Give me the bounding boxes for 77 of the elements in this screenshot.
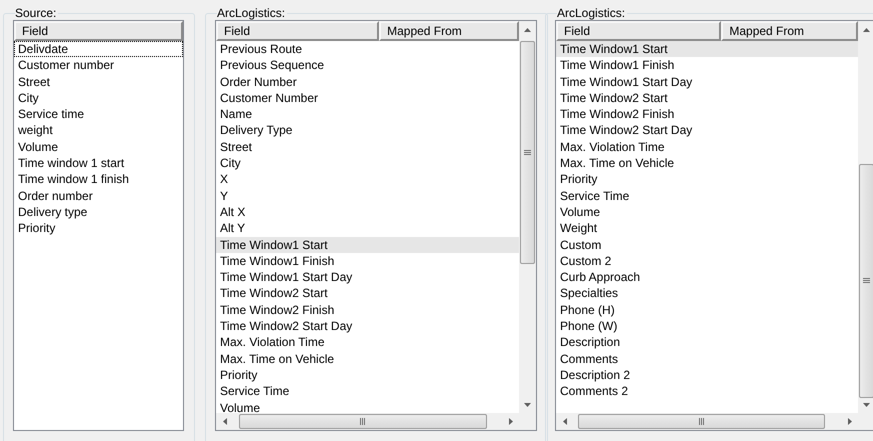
list-item[interactable]: Max. Time on Vehicle (216, 350, 519, 367)
list-item[interactable]: Description (556, 334, 858, 351)
list-item[interactable]: Custom (556, 236, 858, 253)
list-item[interactable]: Customer number (14, 57, 183, 74)
list-item[interactable]: Time Window1 Finish (216, 252, 519, 270)
column-header[interactable]: Mapped From (721, 21, 858, 41)
list-item[interactable]: Service Time (556, 188, 858, 204)
list-item[interactable]: X (216, 171, 519, 188)
arrow-icon (524, 28, 531, 32)
group-title: ArcLogistics: (217, 6, 286, 20)
list-item[interactable]: weight (14, 122, 183, 139)
list-item[interactable]: Time Window2 Finish (216, 302, 519, 318)
column-header[interactable]: Field (216, 21, 380, 41)
list-item[interactable]: Delivery Type (216, 122, 519, 139)
list-item[interactable]: Customer Number (216, 90, 519, 106)
list-item[interactable]: Previous Route (216, 41, 519, 58)
list-item[interactable]: Comments 2 (556, 383, 858, 400)
list-item[interactable]: Name (216, 106, 519, 122)
list-item[interactable]: Max. Violation Time (216, 334, 519, 351)
list-item[interactable]: Time Window1 Start (556, 41, 858, 58)
list-item[interactable]: Priority (556, 171, 858, 188)
list-item[interactable]: Time Window1 Finish (556, 57, 858, 74)
arrow-icon (524, 402, 531, 406)
list-item[interactable]: Phone (H) (556, 302, 858, 318)
list-item[interactable]: Phone (W) (556, 318, 858, 334)
list-item[interactable]: Y (216, 188, 519, 204)
list-item[interactable]: Volume (556, 204, 858, 220)
list-item[interactable]: Alt Y (216, 220, 519, 237)
list-item[interactable]: Delivdate (14, 41, 183, 58)
list-item[interactable]: Curb Approach (556, 269, 858, 286)
scroll-thumb[interactable] (239, 414, 487, 429)
scroll-thumb[interactable] (520, 41, 535, 264)
arrow-icon (562, 418, 566, 425)
list-item[interactable]: Comments (556, 350, 858, 367)
list-item[interactable]: Street (216, 138, 519, 156)
list-item[interactable]: Service time (14, 106, 183, 122)
column-header[interactable]: Field (556, 21, 722, 41)
list-item[interactable]: Max. Time on Vehicle (556, 155, 858, 172)
list-item[interactable]: Time Window1 Start Day (216, 269, 519, 286)
list-item[interactable]: Service Time (216, 383, 519, 400)
list-item[interactable]: Volume (216, 400, 519, 413)
list-item[interactable]: Time Window2 Start Day (556, 122, 858, 139)
list-item[interactable]: Time Window1 Start (216, 236, 519, 253)
list-item[interactable]: Time Window2 Start Day (216, 318, 519, 334)
list-item[interactable]: City (14, 90, 183, 106)
list-item[interactable]: Order number (14, 188, 183, 204)
list-item[interactable]: Order Number (216, 74, 519, 90)
arrow-icon (863, 28, 870, 32)
list-item[interactable]: Priority (216, 366, 519, 384)
list-item[interactable]: City (216, 155, 519, 172)
list-item[interactable]: Time Window2 Finish (556, 106, 858, 122)
list-item[interactable]: Delivery type (14, 204, 183, 220)
list-item[interactable]: Street (14, 74, 183, 90)
arrow-icon (508, 418, 512, 425)
arrow-icon (848, 418, 852, 425)
column-header[interactable]: Field (14, 21, 183, 41)
list-item[interactable]: Previous Sequence (216, 57, 519, 74)
group-title: ArcLogistics: (557, 6, 626, 20)
column-header[interactable]: Mapped From (379, 21, 519, 41)
arrow-icon (222, 418, 226, 425)
list-item[interactable]: Volume (14, 138, 183, 156)
arrow-icon (863, 402, 870, 406)
group-title: Source: (15, 6, 58, 20)
list-item[interactable]: Weight (556, 220, 858, 237)
list-item[interactable]: Time window 1 finish (14, 171, 183, 188)
list-item[interactable]: Alt X (216, 204, 519, 220)
list-item[interactable]: Specialties (556, 285, 858, 302)
list-item[interactable]: Time Window1 Start Day (556, 74, 858, 90)
list-item[interactable]: Time Window2 Start (556, 90, 858, 106)
list-item[interactable]: Max. Violation Time (556, 138, 858, 156)
scroll-thumb[interactable] (578, 414, 825, 429)
list-item[interactable]: Time window 1 start (14, 155, 183, 172)
list-item[interactable]: Priority (14, 220, 183, 237)
list-item[interactable]: Custom 2 (556, 252, 858, 270)
list-item[interactable]: Description 2 (556, 366, 858, 384)
scroll-thumb[interactable] (859, 164, 873, 398)
list-item[interactable]: Time Window2 Start (216, 285, 519, 302)
